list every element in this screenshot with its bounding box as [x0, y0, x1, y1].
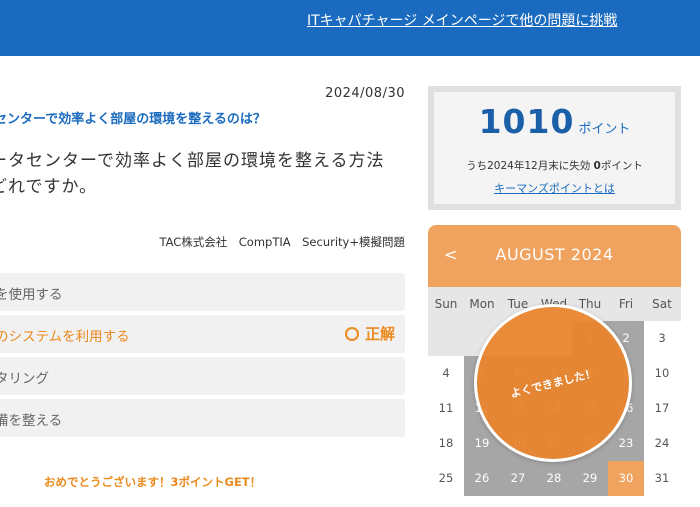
calendar-day[interactable]: 30	[608, 461, 644, 496]
calendar-day[interactable]: 11	[428, 391, 464, 426]
answer-option-label: のシステムを利用する	[0, 329, 130, 345]
answer-option-3[interactable]: タリング	[0, 357, 405, 395]
question-text: ータセンターで効率よく部屋の環境を整える方法 どれですか。	[0, 151, 385, 197]
calendar-day[interactable]: 24	[644, 426, 680, 461]
calendar-day[interactable]: 27	[500, 461, 536, 496]
weekday-label: Mon	[469, 297, 495, 311]
calendar-month-title: AUGUST 2024	[495, 245, 614, 264]
calendar-day[interactable]: 10	[644, 356, 680, 391]
badge-text: よくできました！	[509, 366, 598, 401]
calendar-day[interactable]: 25	[428, 461, 464, 496]
points-total: 1010 ポイント	[434, 102, 675, 141]
question-tags: TAC株式会社 CompTIA Security+模擬問題	[159, 235, 405, 249]
question-title: センターで効率よく部屋の環境を整えるのは？	[0, 112, 266, 127]
calendar-empty-cell	[428, 321, 464, 356]
correct-mark: 正解	[344, 323, 395, 344]
circle-icon	[344, 327, 359, 341]
points-panel: 1010 ポイント うち2024年12月末に失効 0ポイント キーマンズポイントと…	[428, 86, 681, 210]
calendar-header: < AUGUST 2024	[428, 225, 681, 287]
calendar-day[interactable]: 17	[644, 391, 680, 426]
points-expiry: うち2024年12月末に失効 0ポイント	[434, 158, 675, 173]
top-bar: ITキャパチャージ メインページで他の問題に挑戦	[0, 0, 700, 56]
points-value: 1010	[478, 102, 575, 141]
points-expiry-suffix: ポイント	[600, 160, 643, 172]
weekday-label: Sat	[652, 297, 672, 311]
calendar-day[interactable]: 28	[536, 461, 572, 496]
points-expiry-prefix: うち2024年12月末に失効	[466, 160, 594, 172]
points-unit: ポイント	[578, 122, 631, 137]
answer-option-label: を使用する	[0, 287, 63, 303]
calendar-day[interactable]: 3	[644, 321, 680, 356]
points-info-link[interactable]: キーマンズポイントとは	[434, 180, 675, 196]
weekday-label: Sun	[434, 297, 458, 311]
calendar-day[interactable]: 31	[644, 461, 680, 496]
congrats-message: おめでとうございます！3ポイントGET！	[44, 475, 262, 489]
answer-option-label: 備を整える	[0, 413, 63, 429]
main-page-link[interactable]: ITキャパチャージ メインページで他の問題に挑戦	[307, 10, 617, 30]
answer-option-4[interactable]: 備を整える	[0, 399, 405, 437]
correct-label: 正解	[364, 325, 395, 343]
calendar-day[interactable]: 18	[428, 426, 464, 461]
answer-option-1[interactable]: を使用する	[0, 273, 405, 311]
weekday-label: Fri	[618, 297, 634, 311]
question-date: 2024/08/30	[325, 86, 405, 101]
points-expiry-value: 0	[593, 160, 601, 172]
calendar-day[interactable]: 4	[428, 356, 464, 391]
calendar-day[interactable]: 26	[464, 461, 500, 496]
answer-option-label: タリング	[0, 371, 49, 387]
answer-option-2[interactable]: のシステムを利用する 正解	[0, 315, 405, 353]
calendar-day[interactable]: 29	[572, 461, 608, 496]
success-badge: よくできました！	[474, 304, 632, 462]
